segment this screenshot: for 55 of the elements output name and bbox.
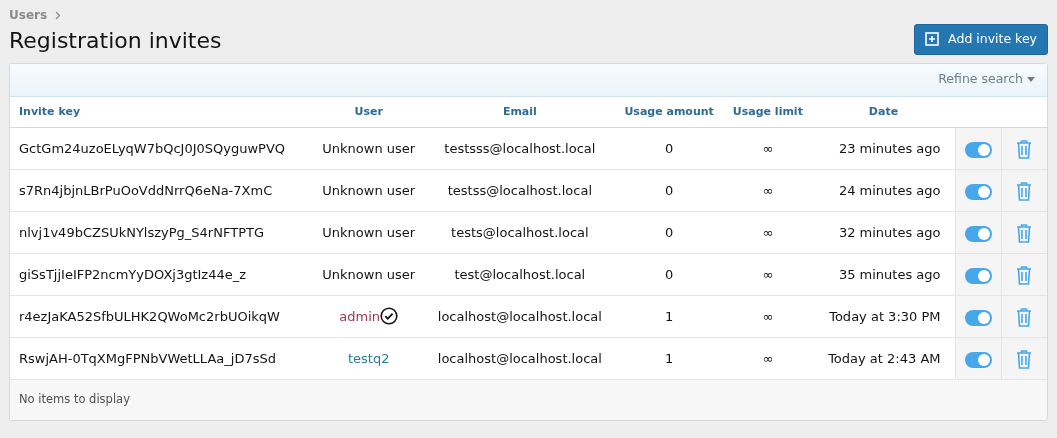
usage-amount-cell: 0 (614, 127, 724, 170)
usage-amount-cell: 0 (614, 211, 724, 254)
invite-key-cell: nlvj1v49bCZSUkNYlszyPg_S4rNFTPTG (10, 211, 313, 254)
toggle-switch[interactable] (964, 225, 992, 242)
column-header: Email (425, 96, 615, 128)
toggle-switch[interactable] (964, 141, 992, 158)
plus-square-icon (925, 32, 940, 47)
user-cell: Unknown user (312, 253, 426, 296)
delete-icon[interactable] (1016, 265, 1033, 285)
usage-amount-cell: 0 (614, 253, 724, 296)
usage-limit-cell: ∞ (723, 295, 812, 338)
toggle-switch[interactable] (964, 183, 992, 200)
email-cell: localhost@localhost.local (425, 337, 615, 380)
invite-key-cell: GctGm24uzoELyqW7bQcJ0J0SQyguwPVQ (10, 127, 313, 170)
delete-icon[interactable] (1016, 139, 1033, 159)
usage-limit-cell: ∞ (723, 127, 812, 170)
add-invite-key-button[interactable]: Add invite key (914, 24, 1048, 55)
invite-key-cell: giSsTjjIeIFP2ncmYyDOXj3gtIz44e_z (10, 253, 313, 296)
usage-limit-cell: ∞ (723, 253, 812, 296)
toggle-switch[interactable] (964, 351, 992, 368)
breadcrumb-link[interactable]: Users (9, 6, 48, 24)
invite-key-cell: RswjAH-0TqXMgFPNbVWetLLAa_jD7sSd (10, 337, 313, 380)
email-cell: testsss@localhost.local (425, 127, 615, 170)
caret-icon (1027, 77, 1035, 83)
delete-icon[interactable] (1016, 349, 1033, 369)
usage-limit-cell: ∞ (723, 211, 812, 254)
invite-key-cell: s7Rn4jbjnLBrPuOoVddNrrQ6eNa-7XmC (10, 169, 313, 212)
usage-amount-cell: 0 (614, 169, 724, 212)
column-header: Date (812, 96, 955, 128)
usage-limit-cell: ∞ (723, 169, 812, 212)
usage-amount-cell: 1 (614, 337, 724, 380)
delete-icon[interactable] (1016, 181, 1033, 201)
email-cell: localhost@localhost.local (425, 295, 615, 338)
toggle-switch[interactable] (964, 309, 992, 326)
user-link[interactable]: testq2 (348, 351, 390, 366)
usage-limit-cell: ∞ (723, 337, 812, 380)
usage-amount-cell: 1 (614, 295, 724, 338)
footer-text: No items to display (10, 380, 1047, 420)
user-link[interactable]: admin (339, 309, 381, 324)
column-header: Usage limit (723, 96, 812, 128)
page-title: Registration invites (9, 28, 222, 55)
user-cell: Unknown user (312, 211, 426, 254)
invite-key-cell: r4ezJaKA52SfbULHK2QWoMc2rbUOikqW (10, 295, 313, 338)
column-header: User (312, 96, 426, 128)
refine-search-button[interactable]: Refine search (938, 70, 1035, 90)
column-header: Usage amount (614, 96, 724, 128)
email-cell: testss@localhost.local (425, 169, 615, 212)
toggle-switch[interactable] (964, 267, 992, 284)
user-cell: Unknown user (312, 127, 426, 170)
user-cell: Unknown user (312, 169, 426, 212)
column-header: Invite key (10, 96, 313, 128)
email-cell: test@localhost.local (425, 253, 615, 296)
delete-icon[interactable] (1016, 307, 1033, 327)
email-cell: tests@localhost.local (425, 211, 615, 254)
delete-icon[interactable] (1016, 223, 1033, 243)
